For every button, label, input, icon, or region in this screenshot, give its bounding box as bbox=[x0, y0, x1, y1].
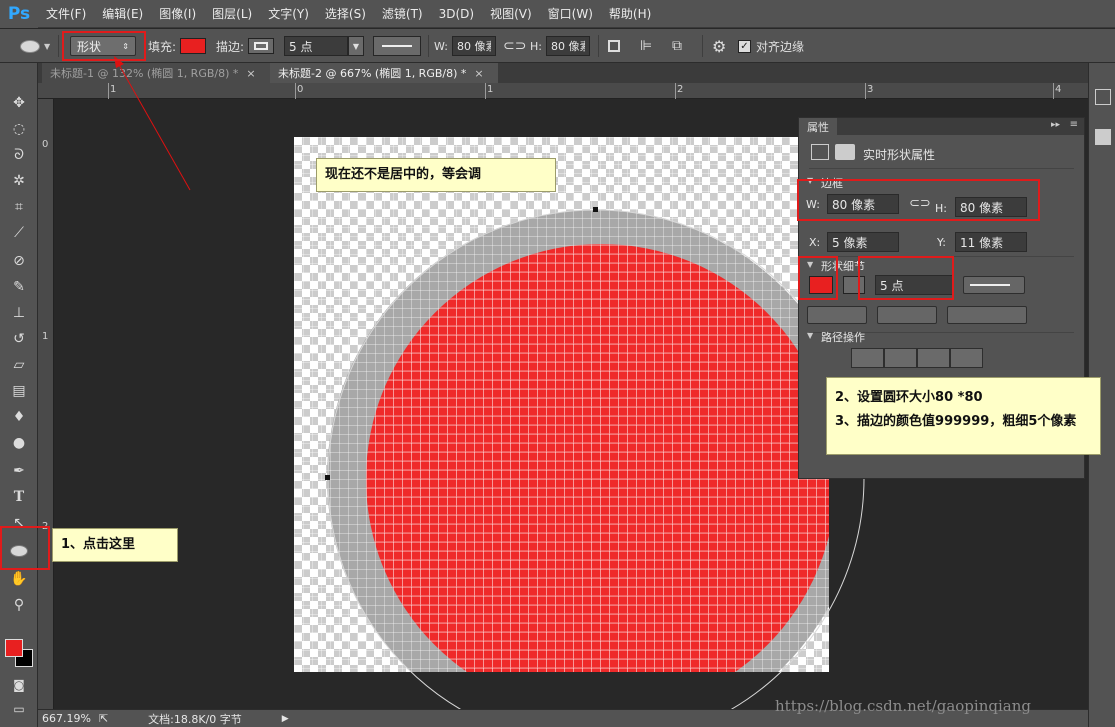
anchor-point bbox=[325, 475, 330, 480]
annotation-text: 2、设置圆环大小80 *80 bbox=[835, 390, 983, 405]
3d-panel-icon[interactable] bbox=[1095, 129, 1111, 145]
highlight-size-box bbox=[797, 179, 1040, 221]
path-ops-group bbox=[851, 348, 983, 368]
subtract-shape-button[interactable] bbox=[884, 348, 917, 368]
panel-stroke-style-dropdown[interactable] bbox=[963, 276, 1025, 294]
watermark: https://blog.csdn.net/gaopinqiang bbox=[775, 697, 1031, 715]
document-size: 文档:18.8K/0 字节 bbox=[148, 712, 242, 726]
foreground-color-swatch[interactable] bbox=[5, 639, 23, 657]
callout-arrow-line bbox=[117, 62, 191, 191]
divider bbox=[809, 168, 1074, 169]
annotation-text: 3、描边的颜色值999999，粗细5个像素 bbox=[835, 414, 1077, 429]
annotation-note-click: 1、点击这里 bbox=[52, 528, 178, 562]
intersect-shape-button[interactable] bbox=[917, 348, 950, 368]
y-label: Y: bbox=[937, 236, 946, 249]
status-menu-arrow-icon[interactable]: ▶ bbox=[282, 714, 289, 724]
line-style-icon bbox=[970, 284, 1010, 286]
combine-shapes-button[interactable] bbox=[851, 348, 884, 368]
annotation-text: 1、点击这里 bbox=[61, 537, 136, 552]
shape-properties-icon[interactable] bbox=[811, 144, 829, 160]
tab-properties[interactable]: 属性 bbox=[799, 118, 837, 135]
section-path-title: 路径操作 bbox=[821, 331, 865, 344]
section-toggle-icon[interactable]: ▼ bbox=[807, 331, 813, 340]
panel-heading: 实时形状属性 bbox=[863, 148, 936, 162]
panel-header: 属性 ▸▸ ≡ bbox=[799, 118, 1084, 135]
highlight-fill-box bbox=[798, 256, 838, 300]
exclude-shape-button[interactable] bbox=[950, 348, 983, 368]
annotation-note-centering: 现在还不是居中的，等会调 bbox=[316, 158, 556, 192]
annotation-text: 现在还不是居中的，等会调 bbox=[325, 167, 482, 182]
highlight-ellipse-tool-box bbox=[0, 526, 50, 570]
y-position-input[interactable]: 11 像素 bbox=[955, 232, 1027, 252]
zoom-level[interactable]: 667.19% bbox=[42, 712, 91, 725]
panel-menu-icon[interactable]: ≡ bbox=[1070, 119, 1078, 130]
stroke-corners-dropdown[interactable] bbox=[947, 306, 1027, 324]
annotation-note-settings: 2、设置圆环大小80 *80 3、描边的颜色值999999，粗细5个像素 bbox=[826, 377, 1101, 455]
anchor-point bbox=[593, 207, 598, 212]
highlight-mode-box bbox=[62, 31, 146, 61]
panel-tab-label: 属性 bbox=[807, 120, 829, 134]
collapse-icon[interactable]: ▸▸ bbox=[1051, 120, 1060, 130]
path-outline bbox=[327, 209, 865, 727]
history-panel-icon[interactable] bbox=[1095, 89, 1111, 105]
stroke-align-dropdown[interactable] bbox=[807, 306, 867, 324]
mask-properties-icon[interactable] bbox=[835, 144, 855, 160]
y-value: 11 像素 bbox=[960, 235, 1004, 250]
highlight-stroke-box bbox=[858, 256, 954, 300]
x-value: 5 像素 bbox=[832, 235, 868, 250]
x-position-input[interactable]: 5 像素 bbox=[827, 232, 899, 252]
stroke-caps-dropdown[interactable] bbox=[877, 306, 937, 324]
x-label: X: bbox=[809, 236, 821, 249]
export-icon[interactable]: ⇱ bbox=[99, 712, 108, 725]
